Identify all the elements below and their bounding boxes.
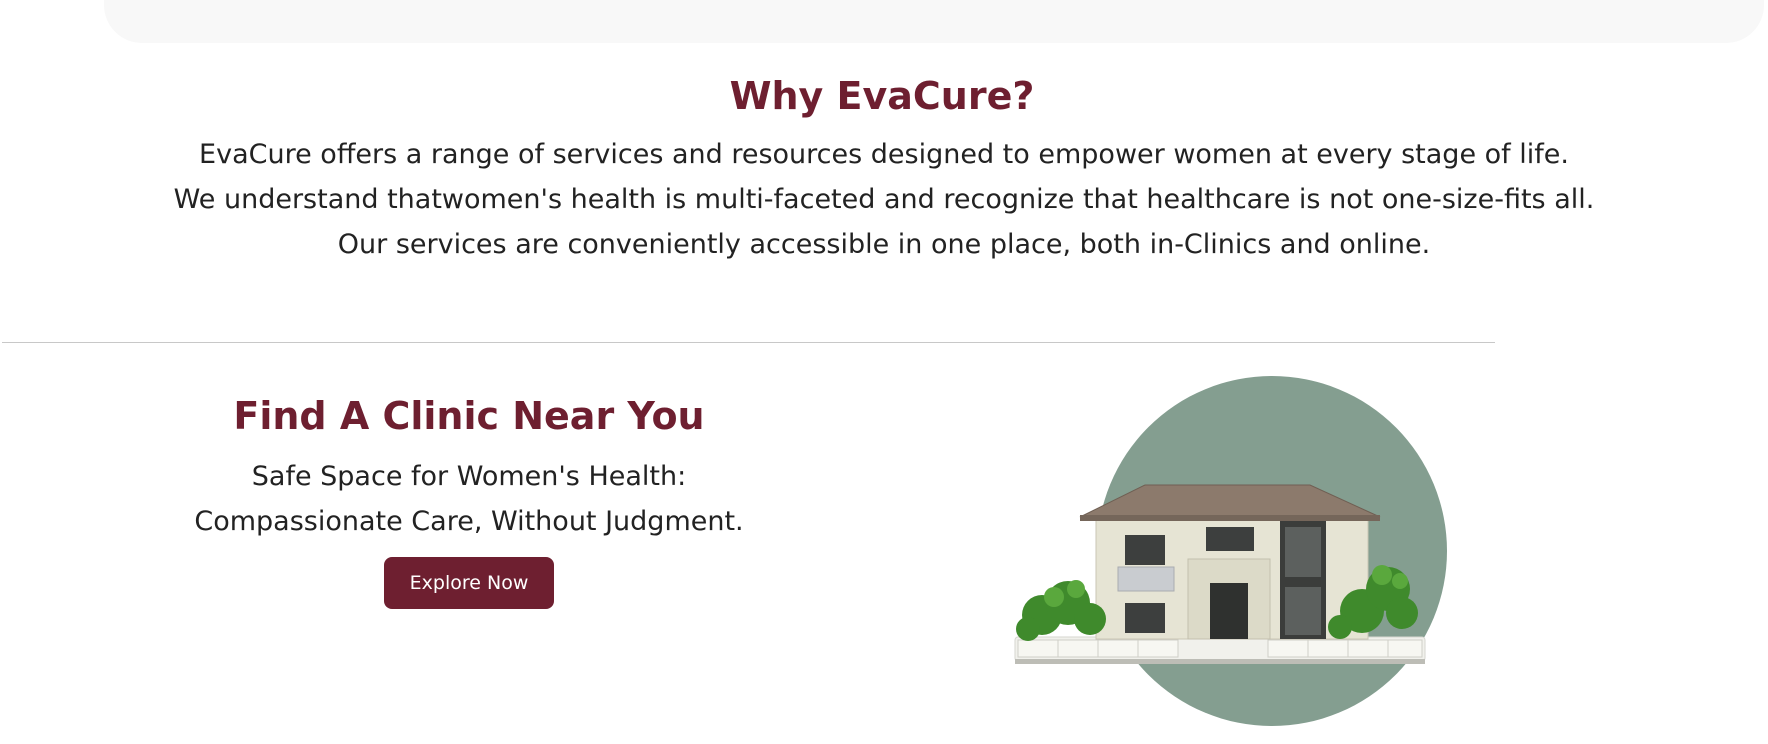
house-illustration [1010, 375, 1470, 740]
find-clinic-section: Find A Clinic Near You Safe Space for Wo… [134, 388, 804, 609]
clinic-title: Find A Clinic Near You [233, 394, 705, 438]
clinic-subtitle-line-2: Compassionate Care, Without Judgment. [194, 506, 744, 537]
why-evacure-section: Why EvaCure? EvaCure offers a range of s… [0, 68, 1768, 267]
clinic-subtitle: Safe Space for Women's Health: Compassio… [134, 454, 804, 544]
house-image [1014, 376, 1447, 726]
explore-now-button[interactable]: Explore Now [383, 557, 555, 609]
why-description: EvaCure offers a range of services and r… [0, 132, 1768, 267]
previous-section-card [104, 0, 1764, 43]
why-line-1: EvaCure offers a range of services and r… [199, 139, 1569, 170]
why-line-3: Our services are conveniently accessible… [337, 229, 1431, 260]
clinic-subtitle-line-1: Safe Space for Women's Health: [251, 461, 687, 492]
why-title: Why EvaCure? [729, 74, 1035, 118]
why-line-2: We understand thatwomen's health is mult… [173, 184, 1595, 215]
section-divider [2, 342, 1495, 343]
